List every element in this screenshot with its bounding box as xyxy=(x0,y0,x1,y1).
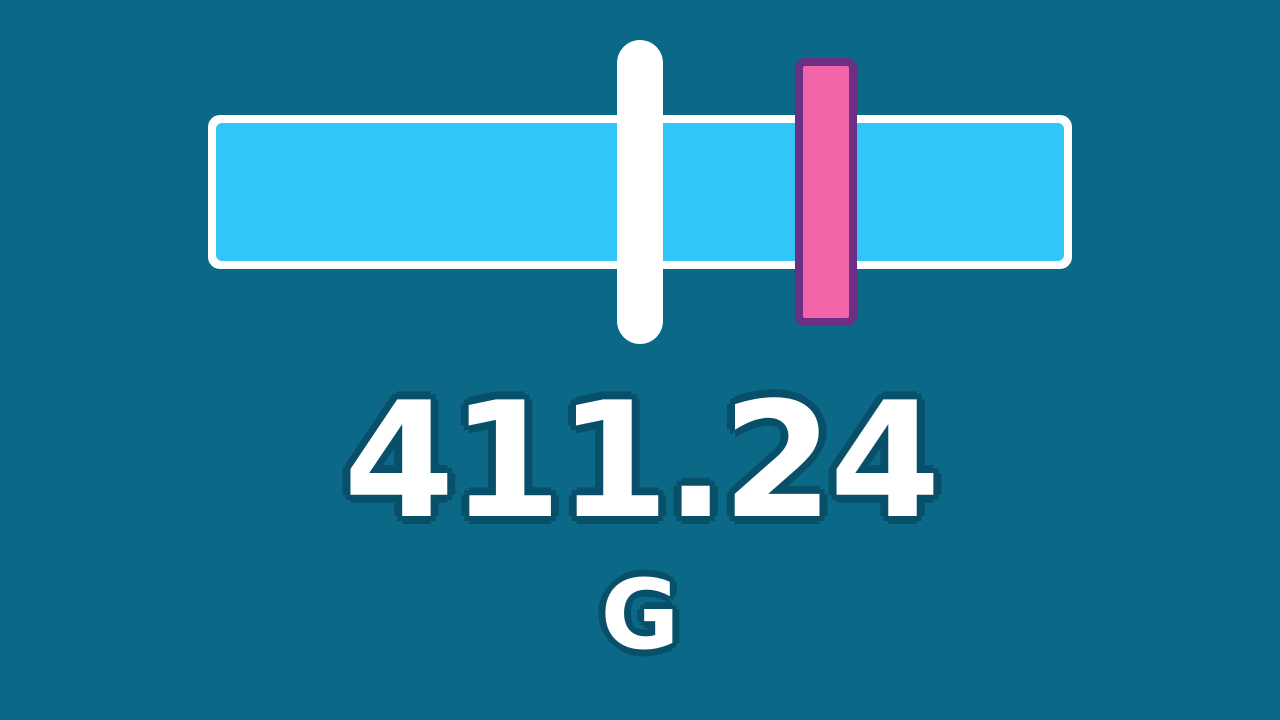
player-marker[interactable] xyxy=(794,58,857,326)
unit-label: G xyxy=(600,559,680,671)
value-readout: 411.24 xyxy=(343,367,940,554)
target-marker xyxy=(617,40,663,344)
game-stage: 411.24 G xyxy=(0,0,1280,720)
